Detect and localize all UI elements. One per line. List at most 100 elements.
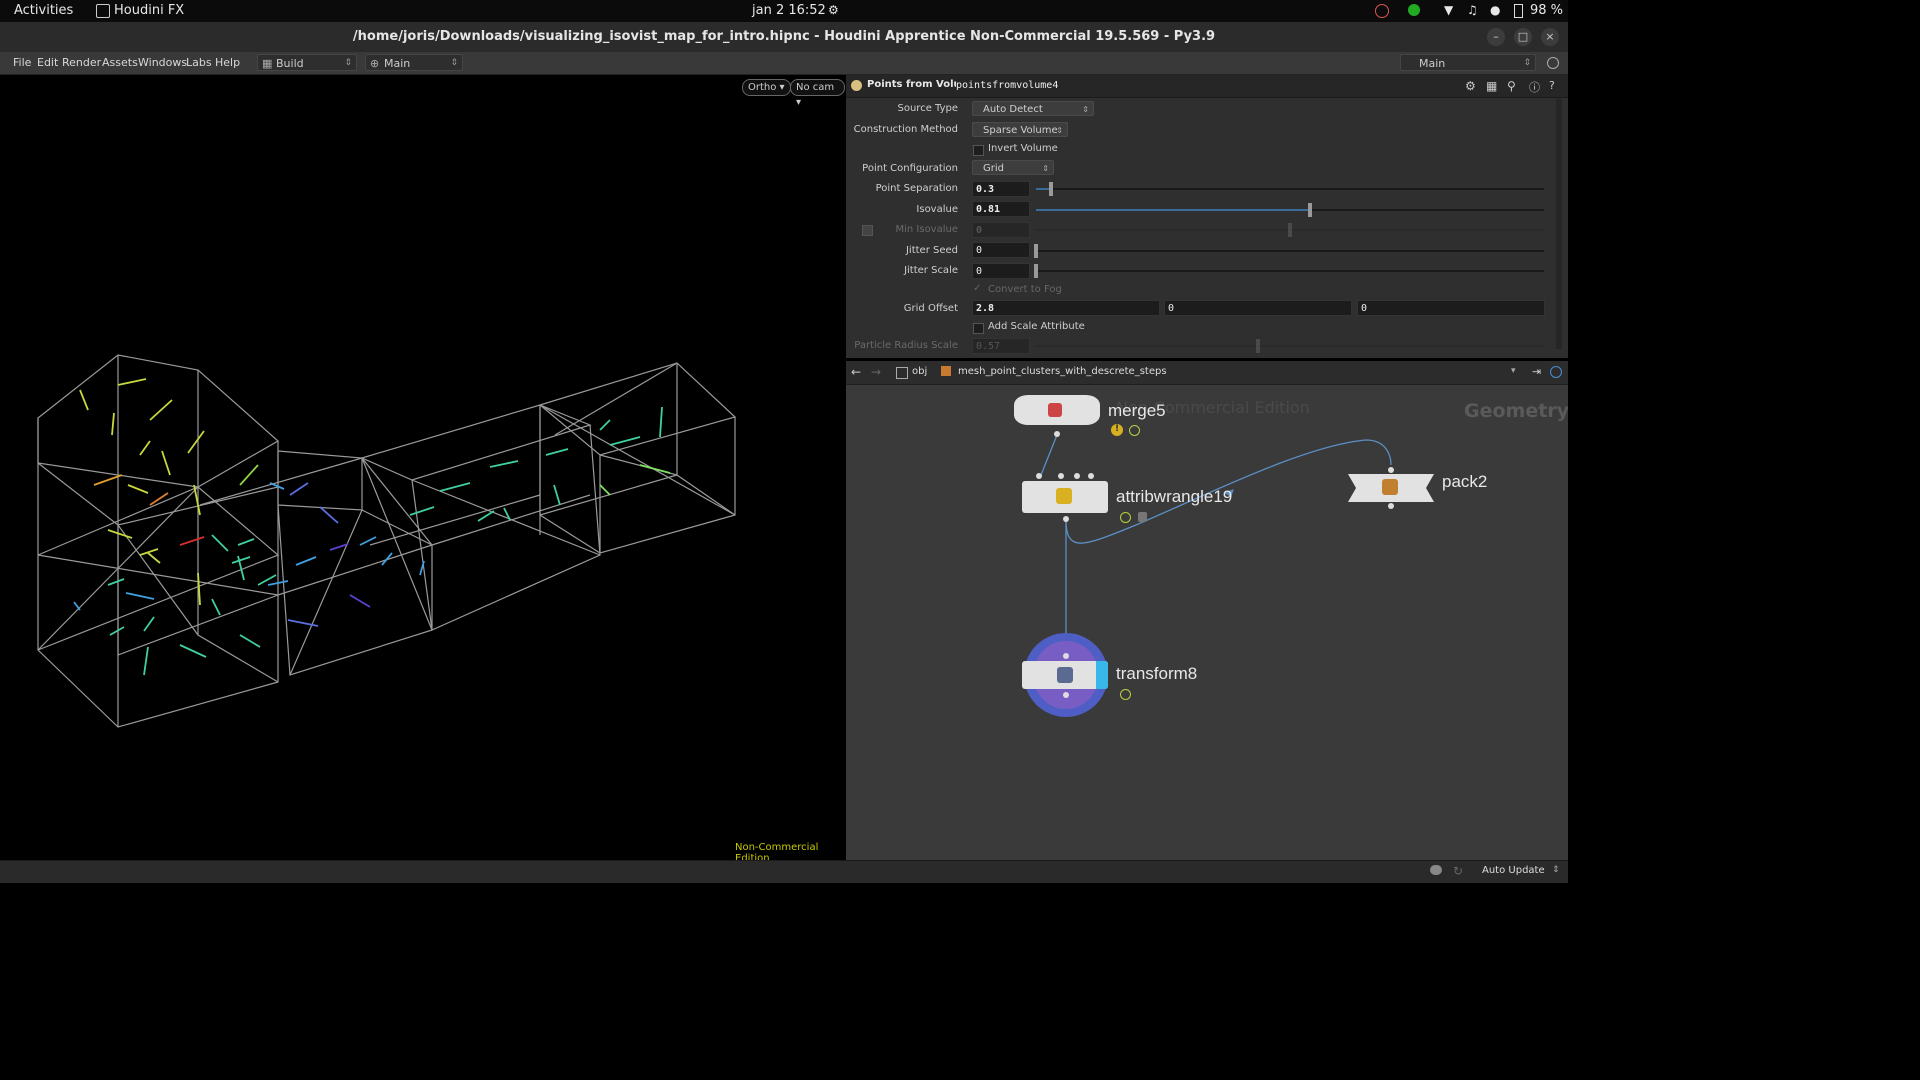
menu-labs[interactable]: Labs <box>186 56 212 69</box>
jitter-seed-slider[interactable] <box>1034 244 1544 258</box>
desktop-dropdown[interactable]: ▦ Build ⇕ <box>257 54 357 71</box>
help-icon[interactable]: ? <box>1549 79 1555 92</box>
pack-output-connector[interactable] <box>1388 503 1394 509</box>
os-top-bar: Activities Houdini FX jan 2 16:52 ⚙ ▼ ♫ … <box>0 0 1568 22</box>
add-scale-attribute-label: Add Scale Attribute <box>988 321 1085 332</box>
scene-viewport[interactable]: Ortho ▾ No cam ▾ Non-Commercial Edition <box>0 75 845 864</box>
source-type-menu[interactable]: Auto Detect ⇕ <box>972 101 1094 116</box>
path-dropdown-icon[interactable]: ▾ <box>1511 366 1516 376</box>
link-icon[interactable] <box>1550 366 1562 378</box>
shelf-dropdown-label: Main <box>1419 57 1446 70</box>
pin-icon[interactable]: ⇥ <box>1532 365 1541 378</box>
invert-volume-label: Invert Volume <box>988 143 1058 154</box>
desktop-icon: ▦ <box>262 57 273 70</box>
grid-offset-x-field[interactable]: 2.8 <box>972 300 1160 316</box>
auto-update-dropdown[interactable]: Auto Update <box>1482 865 1545 876</box>
whatsapp-icon[interactable] <box>1408 4 1420 16</box>
menu-edit[interactable]: Edit <box>37 56 58 69</box>
transform-input-connector[interactable] <box>1063 653 1069 659</box>
wrangle-input-connector-2[interactable] <box>1058 473 1064 479</box>
context-dropdown[interactable]: ⊕ Main ⇕ <box>365 54 463 71</box>
point-configuration-label: Point Configuration <box>862 163 958 174</box>
menu-help[interactable]: Help <box>215 56 240 69</box>
particle-radius-scale-field: 0.57 <box>972 338 1030 354</box>
pack2-label: pack2 <box>1442 472 1488 491</box>
wrangle-output-connector[interactable] <box>1063 516 1069 522</box>
point-separation-field[interactable]: 0.3 <box>972 181 1030 197</box>
updown-icon[interactable]: ⇕ <box>1552 865 1560 875</box>
wrangle-input-connector-1[interactable] <box>1036 473 1042 479</box>
context-dropdown-label: Main <box>384 57 411 70</box>
parameter-spreadsheet-icon[interactable]: ▦ <box>1486 79 1497 93</box>
main-menu-bar: File Edit Render Assets Windows Labs Hel… <box>0 52 1568 75</box>
path-geo[interactable]: mesh_point_clusters_with_descrete_steps <box>958 366 1167 377</box>
maximize-icon[interactable]: □ <box>1514 28 1532 46</box>
notification-off-icon: ⚙ <box>828 3 839 17</box>
battery-level: 98 % <box>1530 3 1564 18</box>
grid-offset-z-field[interactable]: 0 <box>1357 300 1545 316</box>
updown-icon: ⇕ <box>1523 58 1531 68</box>
point-configuration-menu[interactable]: Grid ⇕ <box>972 160 1054 175</box>
menu-windows[interactable]: Windows <box>138 56 187 69</box>
window-title: /home/joris/Downloads/visualizing_isovis… <box>352 29 1216 44</box>
transform-output-connector[interactable] <box>1063 692 1069 698</box>
node-wires <box>1040 434 1392 655</box>
wifi-icon[interactable]: ▼ <box>1444 3 1453 17</box>
isovalue-field[interactable]: 0.81 <box>972 201 1030 217</box>
search-icon[interactable]: ⚲ <box>1507 79 1516 93</box>
info-icon[interactable]: ⓘ <box>1529 79 1540 95</box>
menu-render[interactable]: Render <box>62 56 101 69</box>
parameter-scrollbar[interactable] <box>1556 99 1562 349</box>
shelf-dropdown[interactable]: Main ⇕ <box>1400 54 1536 71</box>
point-separation-slider[interactable] <box>1036 182 1544 196</box>
gear-icon[interactable]: ⚙ <box>1465 79 1476 93</box>
add-scale-attribute-checkbox[interactable] <box>973 323 984 334</box>
grid-offset-y-field[interactable]: 0 <box>1164 300 1352 316</box>
invert-volume-checkbox[interactable] <box>973 145 984 156</box>
help-icon[interactable] <box>1547 57 1559 69</box>
time-dependent-icon <box>1120 512 1131 523</box>
volume-icon[interactable]: ♫ <box>1467 3 1478 17</box>
wireframe-geometry[interactable] <box>0 75 845 860</box>
construction-method-label: Construction Method <box>853 124 958 135</box>
time-dependent-icon <box>1129 425 1140 436</box>
tray-app-icon[interactable] <box>1375 4 1389 18</box>
isovalue-slider[interactable] <box>1036 203 1544 217</box>
close-icon[interactable]: × <box>1541 28 1559 46</box>
construction-method-menu[interactable]: Sparse Volume ⇕ <box>972 122 1068 137</box>
node-type-icon <box>851 80 862 91</box>
obj-context-icon <box>896 367 908 379</box>
source-type-label: Source Type <box>897 103 959 114</box>
warning-icon[interactable]: ! <box>1111 424 1123 436</box>
attribwrangle19-label: attribwrangle19 <box>1116 487 1233 506</box>
app-menu[interactable]: Houdini FX <box>114 3 184 18</box>
path-obj[interactable]: obj <box>912 366 927 377</box>
menu-file[interactable]: File <box>13 56 31 69</box>
jitter-seed-field[interactable]: 0 <box>972 242 1030 258</box>
clock[interactable]: jan 2 16:52 <box>752 3 826 18</box>
jitter-scale-slider[interactable] <box>1034 264 1544 278</box>
min-isovalue-slider <box>1036 223 1544 237</box>
menu-assets[interactable]: Assets <box>102 56 138 69</box>
minimize-icon[interactable]: – <box>1487 28 1505 46</box>
jitter-scale-label: Jitter Scale <box>904 265 958 276</box>
wrangle-input-connector-4[interactable] <box>1088 473 1094 479</box>
updown-icon: ⇕ <box>450 58 458 68</box>
microphone-icon[interactable]: ● <box>1490 3 1500 17</box>
network-path-bar: ← → obj mesh_point_clusters_with_descret… <box>846 361 1568 385</box>
forward-arrow-icon[interactable]: → <box>871 365 881 379</box>
activities-button[interactable]: Activities <box>14 3 73 18</box>
wrangle-input-connector-3[interactable] <box>1074 473 1080 479</box>
transform-icon <box>1057 667 1073 683</box>
merge-output-connector[interactable] <box>1054 431 1060 437</box>
network-editor[interactable]: Non-Commercial Edition Geometry merge5 !… <box>846 385 1568 860</box>
merge-icon <box>1048 403 1062 417</box>
grid-offset-label: Grid Offset <box>903 303 958 314</box>
chat-icon[interactable] <box>1430 865 1442 875</box>
node-name-field[interactable]: pointsfromvolume4 <box>956 78 1456 94</box>
back-arrow-icon[interactable]: ← <box>851 365 861 379</box>
display-flag[interactable] <box>1096 661 1108 689</box>
jitter-scale-field[interactable]: 0 <box>972 263 1030 279</box>
lock-icon[interactable] <box>1138 512 1147 522</box>
refresh-icon[interactable]: ↻ <box>1453 864 1463 878</box>
